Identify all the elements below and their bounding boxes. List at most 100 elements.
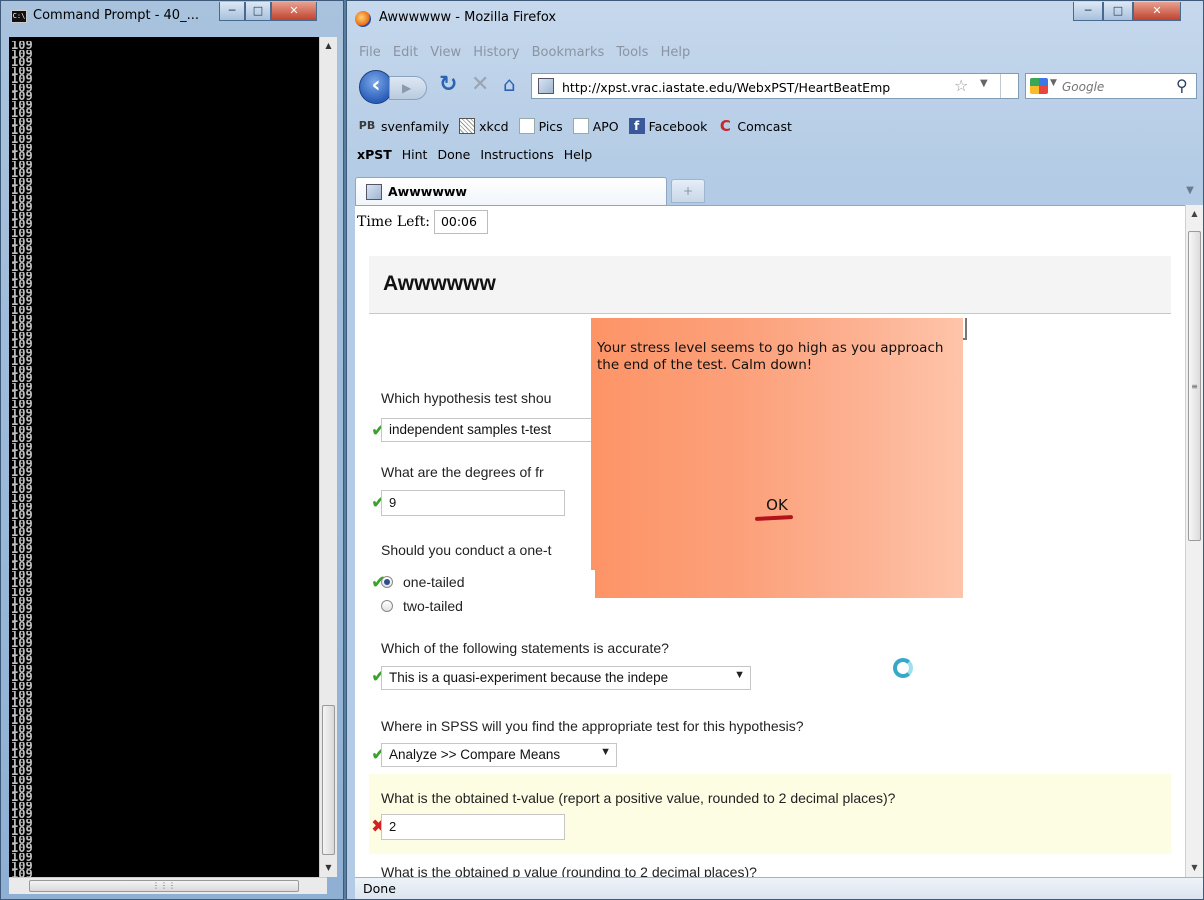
- menu-history[interactable]: History: [473, 45, 519, 60]
- page-scroll-thumb[interactable]: ≡: [1188, 231, 1201, 541]
- ff-maximize-button[interactable]: □: [1103, 2, 1133, 21]
- console-line: 109: [11, 288, 33, 298]
- console-line: 109: [11, 382, 33, 392]
- cmd-close-button[interactable]: ✕: [271, 2, 317, 21]
- console-line: 109: [11, 673, 33, 683]
- console-line: 109: [11, 126, 33, 136]
- navigation-toolbar: ‹ ▶ ↻ ✕ ⌂ ☆ ▼ ▼ ⚲: [357, 68, 1197, 108]
- bookmark-star-icon[interactable]: ☆: [954, 76, 968, 95]
- forward-button[interactable]: ▶: [389, 76, 427, 100]
- console-line: 109: [11, 459, 33, 469]
- console-line: 109: [11, 271, 33, 281]
- ff-minimize-button[interactable]: ─: [1073, 2, 1103, 21]
- bookmark-facebook[interactable]: f Facebook: [628, 118, 707, 134]
- command-prompt-window: C:\ Command Prompt - 40_... ─ □ ✕ 109 109…: [0, 0, 344, 900]
- ff-close-button[interactable]: ✕: [1133, 2, 1181, 21]
- radio-unchecked-icon[interactable]: [381, 600, 393, 612]
- menu-bookmarks[interactable]: Bookmarks: [532, 45, 605, 60]
- console-line: 109: [11, 399, 33, 409]
- question-label: What is the obtained p value (rounding t…: [381, 864, 757, 877]
- console-line: 109: [11, 75, 33, 84]
- back-button[interactable]: ‹: [359, 70, 393, 104]
- console-line: 109: [11, 408, 33, 418]
- bookmark-xkcd[interactable]: xkcd: [459, 118, 509, 134]
- bookmark-comcast[interactable]: C Comcast: [717, 118, 792, 134]
- menu-tools[interactable]: Tools: [616, 45, 648, 60]
- accurate-statement-select[interactable]: This is a quasi-experiment because the i…: [381, 666, 751, 690]
- spss-location-select[interactable]: Analyze >> Compare Means ▼: [381, 743, 617, 767]
- radio-checked-icon[interactable]: [381, 576, 393, 588]
- console-line: 109: [11, 169, 33, 178]
- menu-help[interactable]: Help: [661, 45, 691, 60]
- console-line: 109: [11, 656, 33, 665]
- time-left: Time Left: 00:06: [357, 210, 488, 234]
- console-line: 109: [11, 237, 33, 247]
- console-line: 109: [11, 758, 33, 768]
- console-line: 109: [11, 211, 33, 221]
- console-line: 109: [11, 793, 33, 802]
- cmd-scroll-up-icon[interactable]: ▲: [320, 37, 337, 55]
- console-line: 109: [11, 109, 33, 118]
- bookmark-svenfamily[interactable]: PB svenfamily: [357, 118, 449, 134]
- bookmark-label: xkcd: [479, 118, 509, 134]
- cmd-hscroll-thumb[interactable]: ⋮⋮⋮: [29, 880, 299, 892]
- pb-icon: PB: [358, 119, 376, 132]
- bookmark-pics[interactable]: Pics: [518, 118, 563, 134]
- console-line: 109: [11, 605, 33, 614]
- firefox-titlebar[interactable]: Awwwwww - Mozilla Firefox ─ □ ✕: [347, 1, 1203, 35]
- page-icon: [518, 118, 535, 134]
- menu-edit[interactable]: Edit: [393, 45, 418, 60]
- search-engine-dropdown-icon[interactable]: ▼: [1050, 78, 1057, 88]
- status-bar: Done: [355, 877, 1203, 899]
- cmd-maximize-button[interactable]: □: [245, 2, 271, 21]
- search-input[interactable]: [1062, 78, 1166, 96]
- home-icon[interactable]: ⌂: [503, 72, 516, 96]
- search-engine-icon[interactable]: [1030, 78, 1048, 94]
- bookmark-apo[interactable]: APO: [572, 118, 619, 134]
- console-line: 109: [11, 553, 33, 563]
- cmd-minimize-button[interactable]: ─: [219, 2, 245, 21]
- menu-view[interactable]: View: [430, 45, 461, 60]
- reload-icon[interactable]: ↻: [439, 72, 457, 97]
- tab-awwwwww[interactable]: Awwwwww: [355, 177, 667, 205]
- console-line: 109: [11, 297, 33, 306]
- t-value-input[interactable]: 2: [381, 814, 565, 840]
- cmd-horizontal-scrollbar[interactable]: ⋮⋮⋮: [9, 877, 327, 894]
- radio-two-tailed[interactable]: two-tailed: [381, 598, 463, 614]
- hypothesis-test-select[interactable]: independent samples t-test: [381, 418, 601, 442]
- stress-alert-ok-button[interactable]: OK: [757, 496, 797, 514]
- stop-icon[interactable]: ✕: [471, 72, 489, 97]
- xpst-done-button[interactable]: Done: [437, 147, 470, 162]
- url-bar[interactable]: ☆ ▼: [531, 73, 1019, 99]
- site-favicon-icon: [538, 78, 554, 94]
- page-vertical-scrollbar[interactable]: ▲ ≡ ▼: [1185, 205, 1203, 877]
- radio-one-tailed[interactable]: one-tailed: [381, 574, 465, 590]
- console-line: 109: [11, 827, 33, 836]
- question-5: Where in SPSS will you find the appropri…: [369, 710, 1171, 772]
- cmd-scroll-thumb[interactable]: [322, 705, 335, 855]
- new-tab-button[interactable]: +: [671, 179, 705, 203]
- cmd-console-output[interactable]: 109 109 109 109 109 109 109 109 109 109 109 109 109 1…: [9, 37, 337, 877]
- search-bar[interactable]: ▼ ⚲: [1025, 73, 1197, 99]
- url-input[interactable]: [562, 78, 952, 96]
- url-history-dropdown-icon[interactable]: ▼: [980, 78, 988, 89]
- xpst-help-button[interactable]: Help: [564, 147, 593, 162]
- page-viewport: Time Left: 00:06 Awwwwww Which hypothesi…: [355, 205, 1185, 877]
- page-scroll-down-icon[interactable]: ▼: [1186, 859, 1203, 877]
- question-7: What is the obtained p value (rounding t…: [369, 862, 1171, 877]
- xpst-instructions-button[interactable]: Instructions: [480, 147, 553, 162]
- search-magnifier-icon[interactable]: ⚲: [1176, 76, 1188, 95]
- xpst-hint-button[interactable]: Hint: [402, 147, 428, 162]
- page-scroll-up-icon[interactable]: ▲: [1186, 205, 1203, 223]
- menu-file[interactable]: File: [359, 45, 381, 60]
- cmd-vertical-scrollbar[interactable]: ▲ ▼: [319, 37, 337, 877]
- cmd-scroll-down-icon[interactable]: ▼: [320, 859, 337, 877]
- degrees-of-freedom-input[interactable]: 9: [381, 490, 565, 516]
- radio-label: two-tailed: [403, 598, 463, 614]
- console-line: 109: [11, 425, 33, 435]
- console-line: 109: [11, 699, 33, 708]
- tab-list-dropdown-icon[interactable]: ▼: [1181, 179, 1199, 203]
- cmd-titlebar[interactable]: C:\ Command Prompt - 40_... ─ □ ✕: [1, 1, 343, 31]
- console-line: 109: [11, 117, 33, 127]
- console-line: 109: [11, 365, 33, 375]
